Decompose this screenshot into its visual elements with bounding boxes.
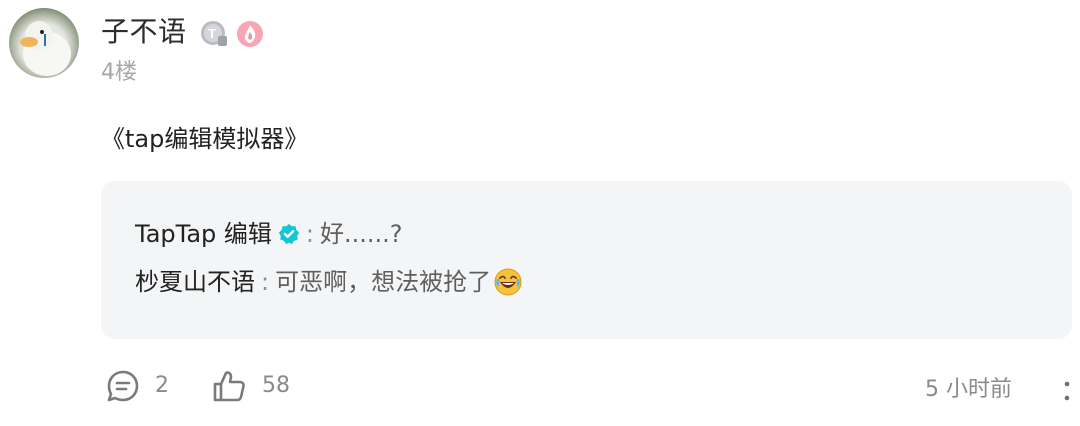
reply-separator: :: [261, 268, 270, 296]
reply-item[interactable]: 杪夏山不语 : 可恶啊，想法被抢了: [135, 265, 523, 299]
reply-author[interactable]: 杪夏山不语: [135, 265, 255, 299]
comment-count[interactable]: 2: [155, 370, 169, 402]
avatar[interactable]: [9, 8, 79, 78]
flame-badge-icon: [237, 21, 263, 47]
laughing-crying-emoji-icon: [494, 268, 522, 296]
reply-text: 好......?: [319, 220, 403, 248]
comment-icon[interactable]: [105, 368, 141, 404]
verified-icon: [278, 223, 299, 245]
reply-separator: :: [305, 220, 314, 248]
reply-text: 可恶啊，想法被抢了: [275, 268, 492, 296]
reply-author[interactable]: TapTap 编辑: [135, 217, 272, 251]
thumbs-up-icon[interactable]: [211, 368, 247, 404]
username[interactable]: 子不语: [101, 12, 187, 52]
duck-avatar-image: [20, 21, 71, 76]
reply-item[interactable]: TapTap 编辑 : 好......?: [135, 217, 403, 251]
level-badge-icon: T: [201, 21, 227, 46]
svg-text:T: T: [208, 26, 216, 41]
replies-panel[interactable]: TapTap 编辑 : 好......? 杪夏山不语 : 可恶啊，想法被抢了: [101, 181, 1072, 339]
like-count[interactable]: 58: [262, 370, 290, 402]
comment-content: 《tap编辑模拟器》: [101, 125, 309, 153]
floor-label: 4楼: [101, 60, 137, 85]
more-options-icon[interactable]: [1058, 374, 1076, 406]
timestamp: 5 小时前: [925, 377, 1012, 402]
